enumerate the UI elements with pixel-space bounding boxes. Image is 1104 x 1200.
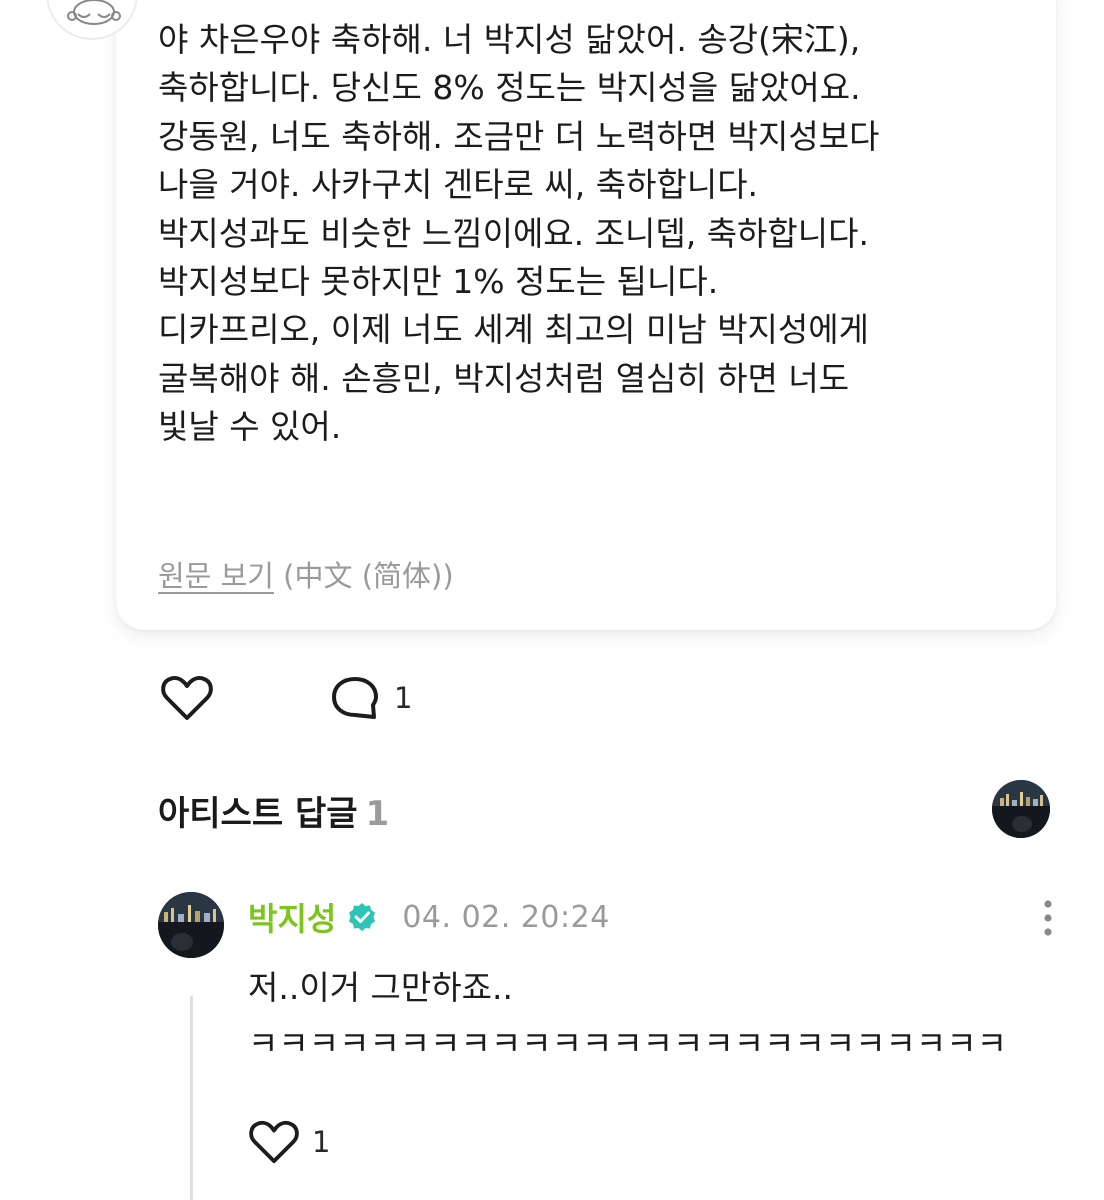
- heart-outline-icon: [161, 675, 213, 720]
- verified-badge-icon: [346, 901, 378, 933]
- artist-replies-count: 1: [365, 794, 390, 834]
- post-text-line: 빛날 수 있어.: [158, 407, 342, 447]
- reply-author-name[interactable]: 박지성: [248, 894, 336, 940]
- more-options-button[interactable]: [1034, 898, 1062, 938]
- view-original-link[interactable]: 원문 보기: [158, 559, 274, 593]
- reply-text: 저..이거 그만하죠.. ㅋㅋㅋㅋㅋㅋㅋㅋㅋㅋㅋㅋㅋㅋㅋㅋㅋㅋㅋㅋㅋㅋㅋㅋㅋ: [248, 960, 1007, 1072]
- comment-count: 1: [394, 681, 413, 715]
- reply-like-count: 1: [312, 1125, 331, 1159]
- artist-replies-title: 아티스트 답글: [158, 794, 358, 834]
- view-original-row: 원문 보기 (中文 (简体)): [158, 556, 454, 596]
- speech-bubble-icon: [332, 677, 378, 719]
- post-text-line: 나을 거야. 사카구치 겐타로 씨, 축하합니다.: [158, 165, 759, 205]
- night-cityscape-avatar: [158, 892, 224, 958]
- artist-avatar-thumbnail[interactable]: [992, 780, 1050, 838]
- post-text-line: 굴복해야 해. 손흥민, 박지성처럼 열심히 하면 너도: [158, 358, 850, 398]
- reply-text-line: 저..이거 그만하죠..: [248, 968, 513, 1007]
- post-text-line: 박지성보다 못하지만 1% 정도는 됩니다.: [158, 262, 719, 302]
- fan-post-thread: 야 차은우야 축하해. 너 박지성 닮았어. 송강(宋江), 축하합니다. 당신…: [0, 0, 1104, 1200]
- reply-author-avatar[interactable]: [158, 892, 224, 958]
- reply-thread-line: [190, 996, 193, 1200]
- post-text-line: 축하합니다. 당신도 8% 정도는 박지성을 닮았어요.: [158, 68, 861, 108]
- reply-meta: 박지성 04. 02. 20:24: [248, 892, 610, 942]
- artist-replies-header: 아티스트 답글 1: [158, 786, 389, 835]
- reply-like-button[interactable]: 1: [248, 1118, 330, 1166]
- post-text-line: 야 차은우야 축하해. 너 박지성 닮았어. 송강(宋江),: [158, 20, 861, 59]
- night-cityscape-avatar: [992, 780, 1050, 838]
- reply-timestamp: 04. 02. 20:24: [402, 899, 610, 935]
- post-text-line: 박지성과도 비슷한 느낌이에요. 조니뎁, 축하합니다.: [158, 213, 869, 253]
- post-text-line: 디카프리오, 이제 너도 세계 최고의 미남 박지성에게: [158, 310, 869, 350]
- translated-post-text: 야 차은우야 축하해. 너 박지성 닮았어. 송강(宋江), 축하합니다. 당신…: [158, 16, 1038, 452]
- post-text-line: 강동원, 너도 축하해. 조금만 더 노력하면 박지성보다: [158, 116, 880, 156]
- like-button[interactable]: [160, 674, 214, 722]
- comment-button[interactable]: 1: [330, 675, 412, 721]
- more-vertical-icon: [1044, 900, 1052, 936]
- heart-outline-icon: [249, 1120, 299, 1164]
- reply-text-line: ㅋㅋㅋㅋㅋㅋㅋㅋㅋㅋㅋㅋㅋㅋㅋㅋㅋㅋㅋㅋㅋㅋㅋㅋㅋ: [248, 1024, 1007, 1063]
- post-action-bar: 1: [160, 672, 412, 724]
- original-language-label: (中文 (简体)): [283, 559, 454, 593]
